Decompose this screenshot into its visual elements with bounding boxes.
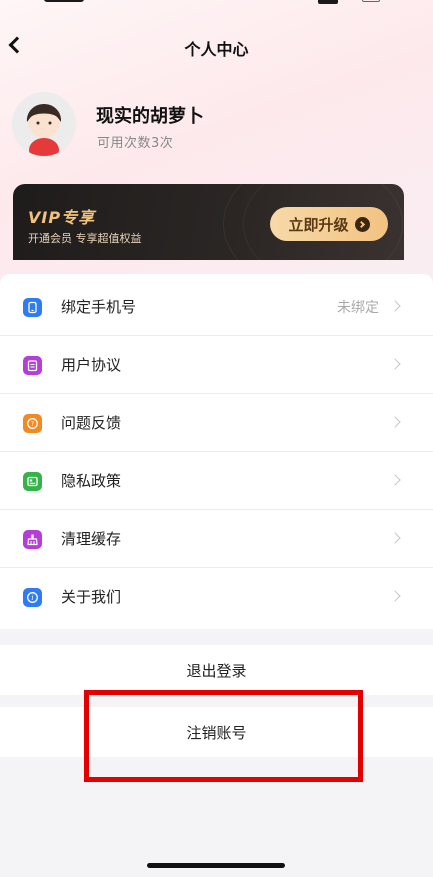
phone-icon	[23, 298, 42, 317]
avatar-icon	[12, 92, 76, 156]
menu-item-about-us[interactable]: i 关于我们	[0, 568, 433, 626]
menu-item-privacy-policy[interactable]: 隐私政策	[0, 452, 433, 510]
id-card-icon	[23, 472, 42, 491]
user-profile[interactable]: 现实的胡萝卜 可用次数3次	[0, 92, 433, 172]
signal-icon	[318, 0, 338, 4]
chevron-right-icon	[389, 474, 401, 486]
broom-icon	[23, 530, 42, 549]
menu-item-label: 用户协议	[61, 356, 122, 374]
chevron-right-icon	[389, 590, 401, 602]
arrow-right-circle-icon	[354, 216, 370, 232]
status-time	[44, 0, 84, 2]
chevron-right-icon	[389, 300, 401, 312]
svg-text:i: i	[31, 594, 33, 602]
upgrade-button[interactable]: 立即升级	[270, 207, 388, 241]
question-icon: ?	[23, 414, 42, 433]
phone-binding-status: 未绑定	[337, 300, 379, 316]
menu-item-feedback[interactable]: ? 问题反馈	[0, 394, 433, 452]
chevron-right-icon	[389, 416, 401, 428]
settings-menu: 绑定手机号 未绑定 用户协议 ? 问题反馈 隐私政策 清理缓存 i 关于我们	[0, 274, 433, 629]
clipboard-icon	[23, 356, 42, 375]
battery-icon	[362, 0, 380, 2]
menu-item-label: 清理缓存	[61, 530, 122, 548]
menu-item-clear-cache[interactable]: 清理缓存	[0, 510, 433, 568]
navigation-bar: 个人中心	[0, 24, 433, 68]
menu-item-label: 隐私政策	[61, 472, 122, 490]
page-title: 个人中心	[184, 40, 249, 59]
vip-subtitle: 开通会员 专享超值权益	[28, 232, 142, 245]
vip-banner[interactable]: VIP专享 开通会员 专享超值权益 立即升级	[13, 184, 404, 260]
avatar[interactable]	[12, 92, 76, 156]
info-icon: i	[23, 588, 42, 607]
highlight-box	[84, 690, 363, 782]
menu-item-label: 问题反馈	[61, 414, 122, 432]
menu-item-label: 关于我们	[61, 588, 122, 606]
user-name: 现实的胡萝卜	[96, 106, 204, 127]
vip-title: VIP专享	[28, 208, 96, 227]
logout-button[interactable]: 退出登录	[0, 645, 433, 695]
menu-item-bind-phone[interactable]: 绑定手机号 未绑定	[0, 278, 433, 336]
menu-item-label: 绑定手机号	[61, 298, 137, 316]
chevron-right-icon	[389, 358, 401, 370]
home-indicator	[147, 863, 285, 868]
chevron-right-icon	[389, 532, 401, 544]
svg-text:?: ?	[31, 420, 35, 428]
usage-credits: 可用次数3次	[97, 136, 174, 151]
upgrade-button-label: 立即升级	[288, 215, 349, 234]
menu-item-user-agreement[interactable]: 用户协议	[0, 336, 433, 394]
status-bar	[0, 0, 433, 14]
